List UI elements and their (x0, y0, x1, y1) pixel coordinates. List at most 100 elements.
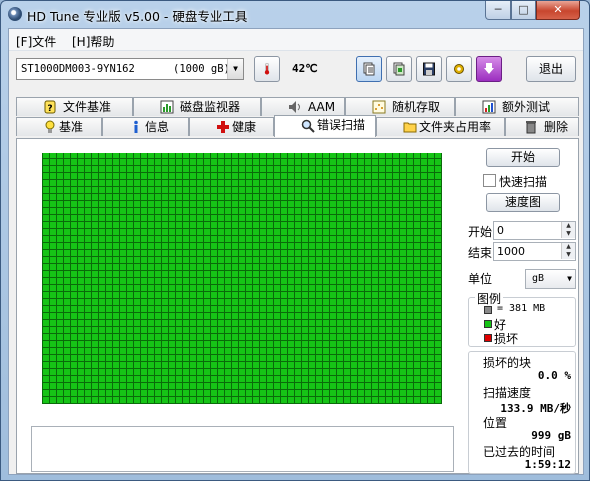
tab-label: 删除 (544, 120, 569, 134)
toolbar: ST1000DM003-9YN162 (1000 gB) ▼ 42℃ 退出 (9, 52, 583, 90)
tabs-row-top: ? 文件基准 磁盘监视器 AAM 随机存取 额外测试 (16, 97, 579, 116)
unit-label: 单位 (468, 272, 493, 286)
tab-label: 信息 (145, 120, 170, 134)
speed-value: 133.9 MB/秒 (500, 402, 571, 415)
tab-benchmark[interactable]: 基准 (16, 117, 102, 136)
unit-value: gB (532, 273, 545, 284)
legend-block-size: = 381 MB (497, 303, 546, 314)
download-icon (484, 63, 494, 74)
copy-icon (393, 62, 405, 76)
exit-button[interactable]: 退出 (526, 56, 576, 82)
end-label: 结束 (468, 246, 493, 260)
start-value: 0 (497, 224, 504, 237)
tab-label: 文件基准 (63, 100, 112, 114)
spin-up-icon[interactable]: ▲ (561, 243, 575, 251)
thermometer-icon (264, 62, 270, 75)
tabs-row-bottom: 基准 信息 健康 错误扫描 文件夹占用率 删除 (16, 115, 579, 137)
chevron-down-icon: ▼ (567, 274, 572, 283)
quick-scan-label: 快速扫描 (499, 175, 548, 189)
tab-info[interactable]: 信息 (102, 117, 189, 136)
save-icon (423, 62, 435, 76)
block-map (42, 153, 442, 404)
copy-text-button[interactable] (356, 56, 382, 82)
disk-monitor-icon (160, 100, 174, 114)
tab-label: 错误扫描 (317, 118, 366, 132)
file-benchmark-icon: ? (44, 100, 56, 114)
legend-good-swatch (484, 320, 492, 328)
end-input[interactable]: 1000 ▲ ▼ (493, 242, 576, 261)
start-label: 开始 (468, 225, 493, 239)
chevron-down-icon: ▼ (227, 59, 243, 79)
spin-down-icon[interactable]: ▼ (561, 230, 575, 238)
menu-file[interactable]: [F]文件 (16, 33, 56, 50)
speed-label: 扫描速度 (483, 386, 532, 400)
tab-label: 健康 (232, 120, 257, 134)
error-scan-panel: 开始 快速扫描 速度图 开始 0 ▲ ▼ 结束 1000 ▲ ▼ 单位 gB ▼ (16, 138, 579, 474)
app-icon (8, 7, 22, 21)
quick-scan-checkbox[interactable] (483, 174, 496, 187)
end-value: 1000 (497, 245, 525, 258)
tab-label: 随机存取 (392, 100, 441, 114)
trash-icon (526, 121, 536, 134)
position-label: 位置 (483, 416, 508, 430)
tab-label: 文件夹占用率 (419, 120, 492, 134)
folder-icon (403, 122, 417, 133)
tab-delete[interactable]: 删除 (505, 117, 579, 136)
tab-label: 额外测试 (502, 100, 551, 114)
tab-label: 磁盘监视器 (180, 100, 241, 114)
menu-bar: [F]文件 [H]帮助 (9, 29, 583, 51)
client-area: [F]文件 [H]帮助 ST1000DM003-9YN162 (1000 gB)… (8, 28, 584, 475)
tab-label: 基准 (59, 120, 84, 134)
lightbulb-icon (45, 120, 55, 133)
spin-up-icon[interactable]: ▲ (561, 222, 575, 230)
drive-select[interactable]: ST1000DM003-9YN162 (1000 gB) ▼ (16, 58, 244, 80)
close-button[interactable]: ✕ (536, 1, 580, 20)
extra-tests-icon (482, 100, 496, 114)
legend-group: 图例 = 381 MB 好 损坏 (468, 290, 576, 347)
damaged-value: 0.0 % (537, 369, 571, 382)
info-icon (134, 120, 138, 133)
random-access-icon (372, 100, 386, 114)
tab-error-scan[interactable]: 错误扫描 (274, 115, 376, 137)
legend-bad-swatch (484, 334, 492, 342)
tab-label: AAM (308, 100, 336, 114)
health-cross-icon (217, 121, 229, 133)
position-value: 999 gB (531, 429, 571, 442)
temperature-button[interactable] (254, 56, 280, 82)
save-button[interactable] (416, 56, 442, 82)
speaker-icon (289, 101, 300, 113)
title-bar[interactable]: HD Tune 专业版 v5.00 - 硬盘专业工具 ─ □ ✕ (1, 1, 589, 28)
magnifier-icon (301, 119, 315, 133)
elapsed-value: 1:59:12 (524, 458, 571, 471)
maximize-button[interactable]: □ (511, 1, 536, 20)
unit-select[interactable]: gB ▼ (525, 269, 576, 289)
svg-text:?: ? (47, 104, 52, 114)
options-button[interactable] (446, 56, 472, 82)
legend-block-swatch (484, 306, 492, 314)
window-title: HD Tune 专业版 v5.00 - 硬盘专业工具 (27, 9, 248, 24)
copy-text-icon (363, 62, 375, 76)
spin-down-icon[interactable]: ▼ (561, 251, 575, 259)
log-area (31, 426, 454, 472)
start-input[interactable]: 0 ▲ ▼ (493, 221, 576, 240)
tab-extra-tests[interactable]: 额外测试 (455, 97, 579, 116)
damaged-label: 损坏的块 (483, 356, 532, 370)
tab-health[interactable]: 健康 (189, 117, 274, 136)
minimize-button[interactable]: ─ (485, 1, 511, 20)
tab-disk-monitor[interactable]: 磁盘监视器 (133, 97, 261, 116)
download-button[interactable] (476, 56, 502, 82)
tab-folder-usage[interactable]: 文件夹占用率 (376, 117, 505, 136)
speed-map-button[interactable]: 速度图 (486, 193, 560, 212)
tab-random-access[interactable]: 随机存取 (345, 97, 455, 116)
start-scan-button[interactable]: 开始 (486, 148, 560, 167)
tab-file-benchmark[interactable]: ? 文件基准 (16, 97, 133, 116)
legend-bad-label: 损坏 (494, 332, 519, 346)
app-window: HD Tune 专业版 v5.00 - 硬盘专业工具 ─ □ ✕ [F]文件 [… (0, 0, 590, 481)
drive-model: ST1000DM003-9YN162 (21, 63, 135, 75)
options-icon (454, 64, 464, 74)
copy-button[interactable] (386, 56, 412, 82)
menu-help[interactable]: [H]帮助 (72, 33, 114, 50)
drive-size: (1000 gB) (173, 63, 230, 75)
temperature-value: 42℃ (292, 62, 318, 75)
tab-aam[interactable]: AAM (261, 97, 345, 116)
